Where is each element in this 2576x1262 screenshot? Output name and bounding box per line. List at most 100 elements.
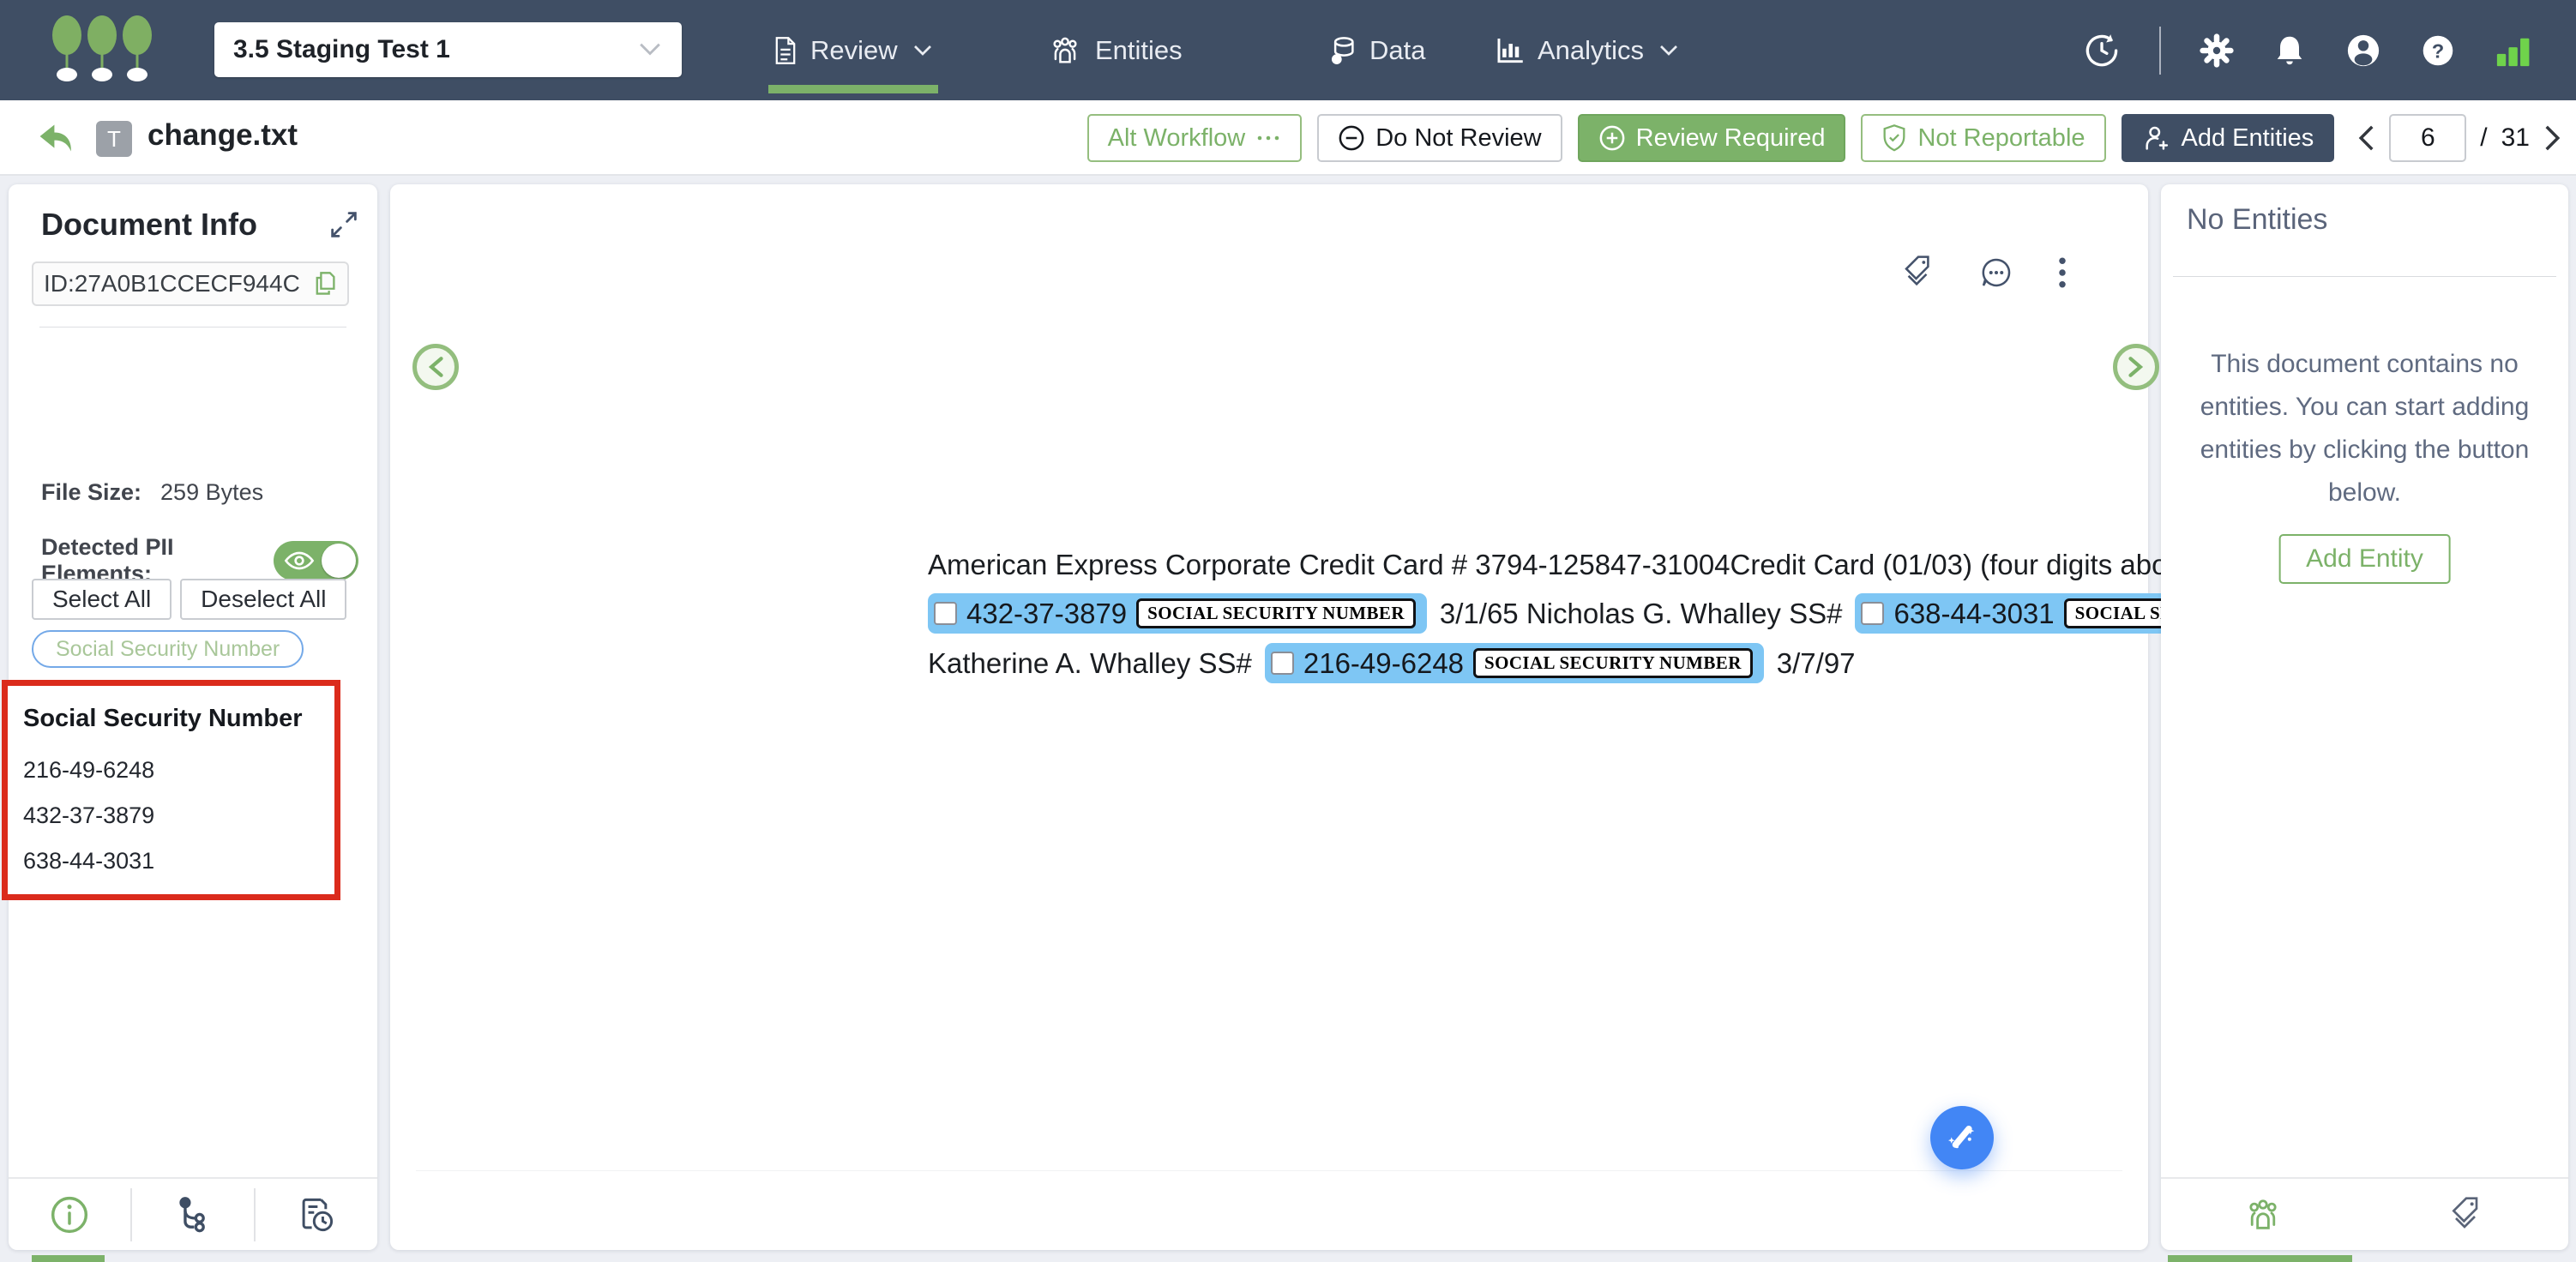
signal-bars-icon[interactable] — [2494, 32, 2531, 69]
pii-checkbox[interactable] — [1861, 602, 1884, 625]
pii-values-highlight-box: Social Security Number 216-49-6248432-37… — [2, 680, 340, 900]
active-tab-indicator — [32, 1255, 105, 1262]
workspace-selector[interactable]: 3.5 Staging Test 1 — [214, 22, 682, 77]
settings-gear-icon[interactable] — [2199, 33, 2235, 69]
tab-analytics[interactable]: Analytics — [1494, 0, 1679, 100]
workspace-selector-label: 3.5 Staging Test 1 — [233, 35, 450, 64]
right-panel-tabs — [2161, 1177, 2568, 1250]
help-icon[interactable]: ? — [2420, 33, 2456, 69]
hierarchy-icon — [175, 1196, 211, 1234]
magic-wand-icon — [1944, 1120, 1980, 1156]
eye-icon — [284, 550, 315, 571]
pii-list-value: 216-49-6248 — [23, 757, 334, 784]
pii-checkbox[interactable] — [1271, 652, 1294, 675]
page-total: 31 — [2501, 123, 2530, 153]
svg-text:?: ? — [2432, 39, 2444, 62]
pii-highlight[interactable]: 216-49-6248 SOCIAL SECURITY NUMBER — [1265, 643, 1764, 683]
tab-entities[interactable]: Entities — [1048, 0, 1183, 100]
document-text: 3/1/65 Nicholas G. Whalley SS# — [1440, 595, 1843, 633]
back-arrow-icon[interactable] — [38, 121, 75, 159]
bar-chart-icon — [1494, 36, 1525, 65]
document-text: 3/7/97 — [1777, 645, 1856, 682]
history-clock-icon[interactable] — [2082, 31, 2122, 70]
database-icon — [1327, 35, 1357, 66]
no-entities-message: This document contains no entities. You … — [2187, 343, 2543, 514]
tab-review[interactable]: Review — [773, 0, 933, 100]
shield-check-icon — [1881, 123, 1907, 153]
review-required-button[interactable]: Review Required — [1578, 114, 1846, 162]
document-text: Katherine A. Whalley SS# — [928, 645, 1252, 682]
kebab-menu-icon[interactable] — [2058, 255, 2067, 290]
tab-document-hierarchy[interactable] — [132, 1189, 254, 1241]
pii-type-tag: SOCIAL SECURITY NUMBER — [1136, 598, 1416, 628]
comment-icon[interactable] — [1979, 255, 2013, 290]
document-icon — [773, 36, 797, 65]
add-entities-button[interactable]: Add Entities — [2122, 114, 2335, 162]
do-not-review-button[interactable]: Do Not Review — [1317, 114, 1562, 162]
left-panel-tabs — [9, 1177, 377, 1250]
prev-document-icon[interactable] — [2356, 124, 2375, 152]
tag-icon[interactable] — [1902, 255, 1935, 291]
next-document-icon[interactable] — [2543, 124, 2562, 152]
tab-analytics-label: Analytics — [1538, 35, 1644, 66]
expand-icon[interactable] — [329, 210, 358, 243]
page-number-input[interactable] — [2389, 114, 2466, 162]
deselect-all-button[interactable]: Deselect All — [180, 579, 346, 620]
pii-group-title: Social Security Number — [23, 705, 334, 733]
user-profile-icon[interactable] — [2344, 32, 2382, 69]
document-id-chip[interactable]: ID:27A0B1CCECF944C — [32, 261, 349, 306]
tab-data[interactable]: Data — [1327, 0, 1425, 100]
document-actions: Alt Workflow Do Not Review Review Requir… — [1087, 100, 2562, 176]
tag-icon — [2449, 1196, 2483, 1234]
tab-tags[interactable] — [2365, 1189, 2569, 1241]
document-header-bar: T change.txt Alt Workflow Do Not Review … — [0, 100, 2576, 176]
chevron-down-icon — [1658, 44, 1679, 57]
viewer-toolbar — [1902, 255, 2067, 291]
pii-value: 638-44-3031 — [1893, 598, 2054, 630]
pii-highlight[interactable]: 432-37-3879SOCIAL SECURITY NUMBER — [928, 593, 1427, 634]
add-entities-label: Add Entities — [2182, 124, 2314, 153]
entities-panel-title: No Entities — [2187, 203, 2327, 237]
chevron-down-icon — [637, 42, 663, 57]
document-viewer: American Express Corporate Credit Card #… — [390, 184, 2148, 1250]
pii-visibility-toggle[interactable] — [274, 541, 358, 580]
pii-type-filter-pill[interactable]: Social Security Number — [32, 630, 304, 668]
ellipsis-icon — [1255, 134, 1281, 142]
document-id: ID:27A0B1CCECF944C — [44, 270, 300, 297]
tab-document-history[interactable] — [256, 1189, 377, 1241]
review-required-label: Review Required — [1636, 124, 1826, 153]
not-reportable-label: Not Reportable — [1917, 124, 2085, 153]
document-title: change.txt — [147, 118, 298, 153]
entities-panel: No Entities This document contains no en… — [2161, 184, 2568, 1250]
plus-circle-icon — [1598, 124, 1626, 152]
panel-title: Document Info — [41, 207, 257, 243]
magic-wand-button[interactable] — [1930, 1106, 1994, 1169]
pii-type-tag: SOCIAL SECURITY NUMBER — [1473, 648, 1753, 677]
pii-checkbox[interactable] — [934, 602, 957, 625]
file-type-badge: T — [96, 121, 132, 157]
divider — [2173, 276, 2556, 277]
page-prev-icon[interactable] — [412, 344, 459, 390]
file-size-row: File Size: 259 Bytes — [41, 479, 263, 506]
person-plus-icon — [2142, 123, 2171, 153]
toggle-knob — [322, 544, 356, 578]
seedlings-logo-icon[interactable] — [45, 14, 161, 86]
file-size-label: File Size: — [41, 479, 141, 506]
pii-value: 216-49-6248 — [1303, 647, 1464, 680]
tab-entities-label: Entities — [1095, 35, 1183, 66]
tab-document-info[interactable] — [9, 1189, 130, 1241]
add-entity-button[interactable]: Add Entity — [2278, 534, 2451, 584]
pii-list-value: 638-44-3031 — [23, 848, 334, 874]
not-reportable-button[interactable]: Not Reportable — [1861, 114, 2105, 162]
copy-icon[interactable] — [313, 271, 337, 297]
tab-entities-list[interactable] — [2161, 1189, 2365, 1241]
topnav-utility-icons: ? — [2082, 0, 2531, 100]
notifications-bell-icon[interactable] — [2272, 33, 2307, 68]
info-icon — [49, 1194, 90, 1235]
alt-workflow-button[interactable]: Alt Workflow — [1087, 114, 1303, 162]
app-root: 3.5 Staging Test 1 Review Entities — [0, 0, 2576, 1262]
select-all-button[interactable]: Select All — [32, 579, 172, 620]
page-next-icon[interactable] — [2113, 344, 2159, 390]
top-navbar: 3.5 Staging Test 1 Review Entities — [0, 0, 2576, 100]
pii-values-list: 216-49-6248432-37-3879638-44-3031 — [23, 757, 334, 874]
